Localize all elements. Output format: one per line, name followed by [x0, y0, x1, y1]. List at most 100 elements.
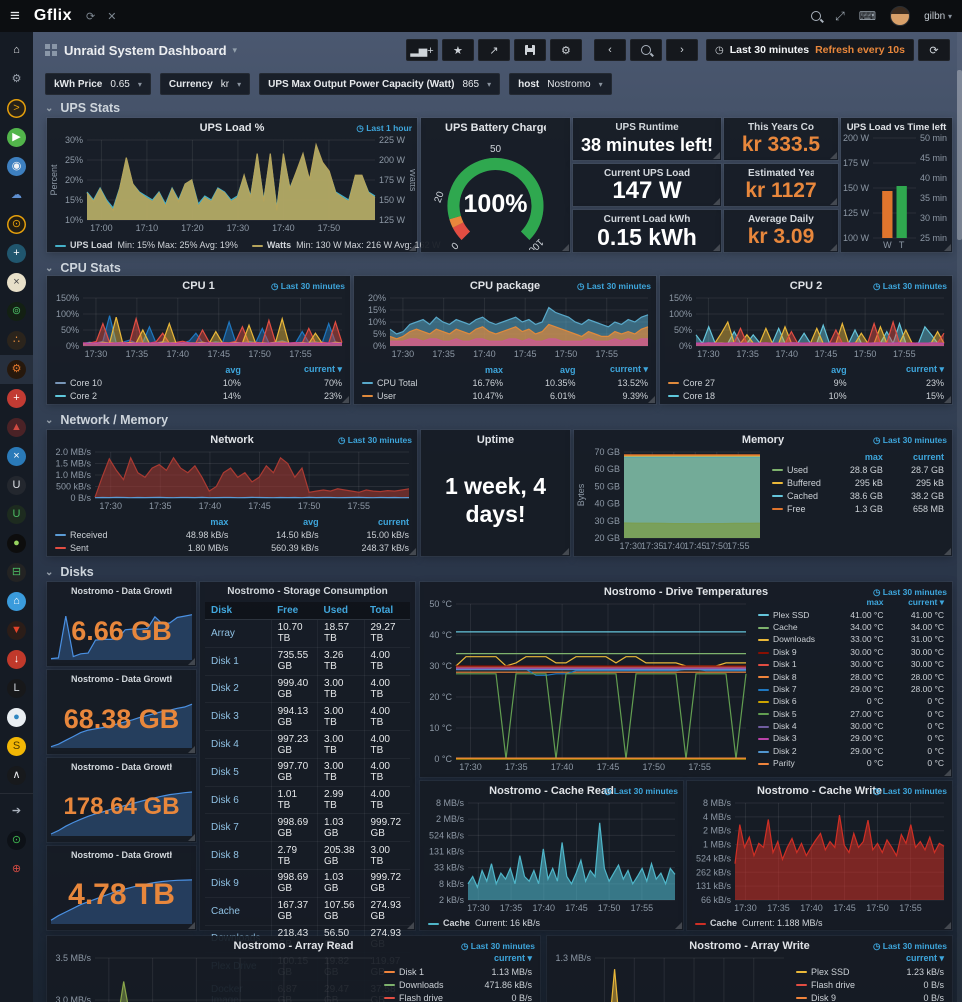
share-button[interactable]: ↗	[478, 39, 510, 61]
panel-resize-handle[interactable]	[188, 834, 195, 841]
panel-resize-handle[interactable]	[409, 244, 416, 251]
legend-column-header[interactable]: max	[435, 363, 507, 376]
ups-bars-chart[interactable]: 100 W125 W150 W175 W200 W25 min30 min35 …	[843, 134, 950, 250]
time-range-label[interactable]: ◷ Last 1 hour	[356, 123, 412, 134]
sidebar-item-app-cross-blue[interactable]: +	[0, 239, 33, 268]
refresh-button[interactable]: ⟳	[918, 39, 950, 61]
legend-item-label[interactable]: Buffered	[768, 476, 826, 489]
legend-item[interactable]: UPS Load Min: 15% Max: 25% Avg: 19%	[55, 240, 238, 250]
cache-write-chart[interactable]: 66 kB/s131 kB/s262 kB/s524 kB/s1 MB/s2 M…	[689, 799, 950, 914]
legend-item-label[interactable]: Core 10	[51, 376, 144, 389]
sidebar-item-lazylibrarian[interactable]: L	[0, 674, 33, 703]
legend-column-header[interactable]: max	[826, 450, 887, 463]
legend-item-label[interactable]: Disk 3	[754, 732, 827, 744]
time-range-label[interactable]: ◷ Last 30 minutes	[577, 281, 651, 292]
sidebar-item-gitlab[interactable]: ▼	[0, 616, 33, 645]
sidebar-item-cloud-app[interactable]: ☁	[0, 181, 33, 210]
legend-item-label[interactable]: Disk 2	[754, 745, 827, 757]
legend-item-label[interactable]: Used	[768, 463, 826, 476]
panel-title[interactable]: Nostromo - Storage Consumption	[224, 586, 391, 597]
panel-title[interactable]: Nostromo - Data Growth This Year	[71, 850, 172, 860]
table-column-header[interactable]: Free	[271, 602, 317, 620]
array-write-chart[interactable]: 1.0 MB/s1.3 MB/s	[549, 954, 790, 1002]
legend-column-header[interactable]: avg	[507, 363, 579, 376]
panel-resize-handle[interactable]	[713, 244, 720, 251]
sidebar-item-krusader[interactable]: ∴	[0, 326, 33, 355]
time-range-label[interactable]: ◷ Last 30 minutes	[271, 281, 345, 292]
memory-chart[interactable]: 20 GB30 GB40 GB50 GB60 GB70 GB17:3017:35…	[576, 448, 766, 552]
legend-column-header[interactable]: current ▾	[851, 363, 948, 376]
panel-resize-handle[interactable]	[713, 152, 720, 159]
sidebar-item-grafana-active[interactable]: ⚙	[0, 355, 33, 384]
sidebar-item-app-cross-cream[interactable]: ×	[0, 268, 33, 297]
time-range-label[interactable]: ◷ Last 30 minutes	[873, 941, 947, 952]
sidebar-item-youtube-dl[interactable]: ↓	[0, 645, 33, 674]
star-button[interactable]: ★	[442, 39, 474, 61]
time-range-label[interactable]: ◷ Last 30 minutes	[338, 435, 412, 446]
scrollbar-thumb[interactable]	[957, 70, 962, 240]
legend-item-label[interactable]: Flash drive	[380, 991, 463, 1002]
fullscreen-icon[interactable]: ⤢	[835, 9, 845, 24]
panel-resize-handle[interactable]	[830, 152, 837, 159]
sidebar-item-app-blue-knot[interactable]: ×	[0, 442, 33, 471]
panel-resize-handle[interactable]	[188, 922, 195, 929]
legend-item-label[interactable]: Downloads	[754, 633, 827, 645]
network-chart[interactable]: 0 B/s500 kB/s1.0 MB/s1.5 MB/s2.0 MB/s17:…	[49, 448, 415, 512]
zoom-prev-button[interactable]: ‹	[594, 39, 626, 61]
legend-column-header[interactable]: max	[827, 596, 888, 608]
panel-resize-handle[interactable]	[407, 922, 414, 929]
time-range-label[interactable]: ◷ Last 30 minutes	[873, 435, 947, 446]
legend-item-label[interactable]: Disk 1	[754, 658, 827, 670]
sidebar-item-settings[interactable]: ⚙	[0, 65, 33, 94]
sidebar-item-app-green-ring[interactable]: ⊚	[0, 297, 33, 326]
sidebar-item-support-lifebuoy[interactable]: ⊕	[0, 855, 33, 884]
legend-column-header[interactable]: current ▾	[245, 363, 346, 376]
panel-resize-handle[interactable]	[342, 396, 349, 403]
sidebar-item-jacket-app[interactable]: ∧	[0, 761, 33, 790]
sidebar-item-unifi-green[interactable]: U	[0, 500, 33, 529]
panel-resize-handle[interactable]	[713, 198, 720, 205]
legend-item-label[interactable]: Core 18	[664, 389, 753, 402]
sidebar-item-emby[interactable]: ▶	[0, 123, 33, 152]
panel-resize-handle[interactable]	[944, 922, 951, 929]
dashboard-grid-icon[interactable]	[45, 44, 50, 49]
legend-item-label[interactable]: Disk 9	[754, 646, 827, 658]
legend-item-label[interactable]: Parity	[754, 757, 827, 769]
panel-resize-handle[interactable]	[944, 396, 951, 403]
app-logo[interactable]: Gflix	[34, 7, 72, 25]
legend-item-label[interactable]: CPU Total	[358, 376, 435, 389]
panel-title[interactable]: Nostromo - Array Read	[71, 940, 516, 952]
legend-column-header[interactable]: current ▾	[580, 363, 653, 376]
search-icon[interactable]	[811, 11, 821, 21]
legend-column-header[interactable]: current	[323, 515, 413, 528]
sidebar-item-adguard-shield[interactable]: +	[0, 384, 33, 413]
ups-battery-gauge[interactable]: 02050100100%	[423, 134, 568, 250]
time-range-label[interactable]: ◷ Last 30 minutes	[873, 281, 947, 292]
screen-icon[interactable]: ⌨	[859, 9, 876, 23]
legend-column-header[interactable]: current ▾	[887, 596, 948, 608]
legend-item-label[interactable]: Disk 9	[792, 991, 874, 1002]
legend-column-header[interactable]: current ▾	[874, 952, 948, 965]
time-range-label[interactable]: ◷ Last 30 minutes	[604, 786, 678, 797]
row-header-ups[interactable]: ⌄UPS Stats	[45, 100, 120, 116]
variable-host[interactable]: hostNostromo▾	[509, 73, 611, 95]
variable-currency[interactable]: Currencykr▾	[160, 73, 250, 95]
panel-resize-handle[interactable]	[562, 548, 569, 555]
variable-value[interactable]: 0.65	[110, 79, 129, 90]
panel-resize-handle[interactable]	[648, 396, 655, 403]
zoom-out-button[interactable]	[630, 39, 662, 61]
panel-resize-handle[interactable]	[944, 769, 951, 776]
panel-resize-handle[interactable]	[830, 244, 837, 251]
time-range-picker[interactable]: ◷ Last 30 minutes Refresh every 10s	[706, 39, 914, 61]
legend-column-header[interactable]: avg	[753, 363, 850, 376]
variable-value[interactable]: kr	[221, 79, 229, 90]
ups-load-chart[interactable]: 10%15%20%25%30%125 W150 W175 W200 W225 W…	[49, 136, 415, 234]
row-header-disks[interactable]: ⌄Disks	[45, 564, 94, 580]
sidebar-item-pihole[interactable]: ●	[0, 529, 33, 558]
sidebar-item-homeassistant[interactable]: ⌂	[0, 587, 33, 616]
scrollbar-track[interactable]	[957, 32, 962, 1002]
tab-refresh-icon[interactable]: ⟳	[86, 10, 95, 23]
zoom-next-button[interactable]: ›	[666, 39, 698, 61]
variable-value[interactable]: Nostromo	[547, 79, 590, 90]
cpu2-chart[interactable]: 0%50%100%150%17:3017:3517:4017:4517:5017…	[662, 294, 950, 360]
